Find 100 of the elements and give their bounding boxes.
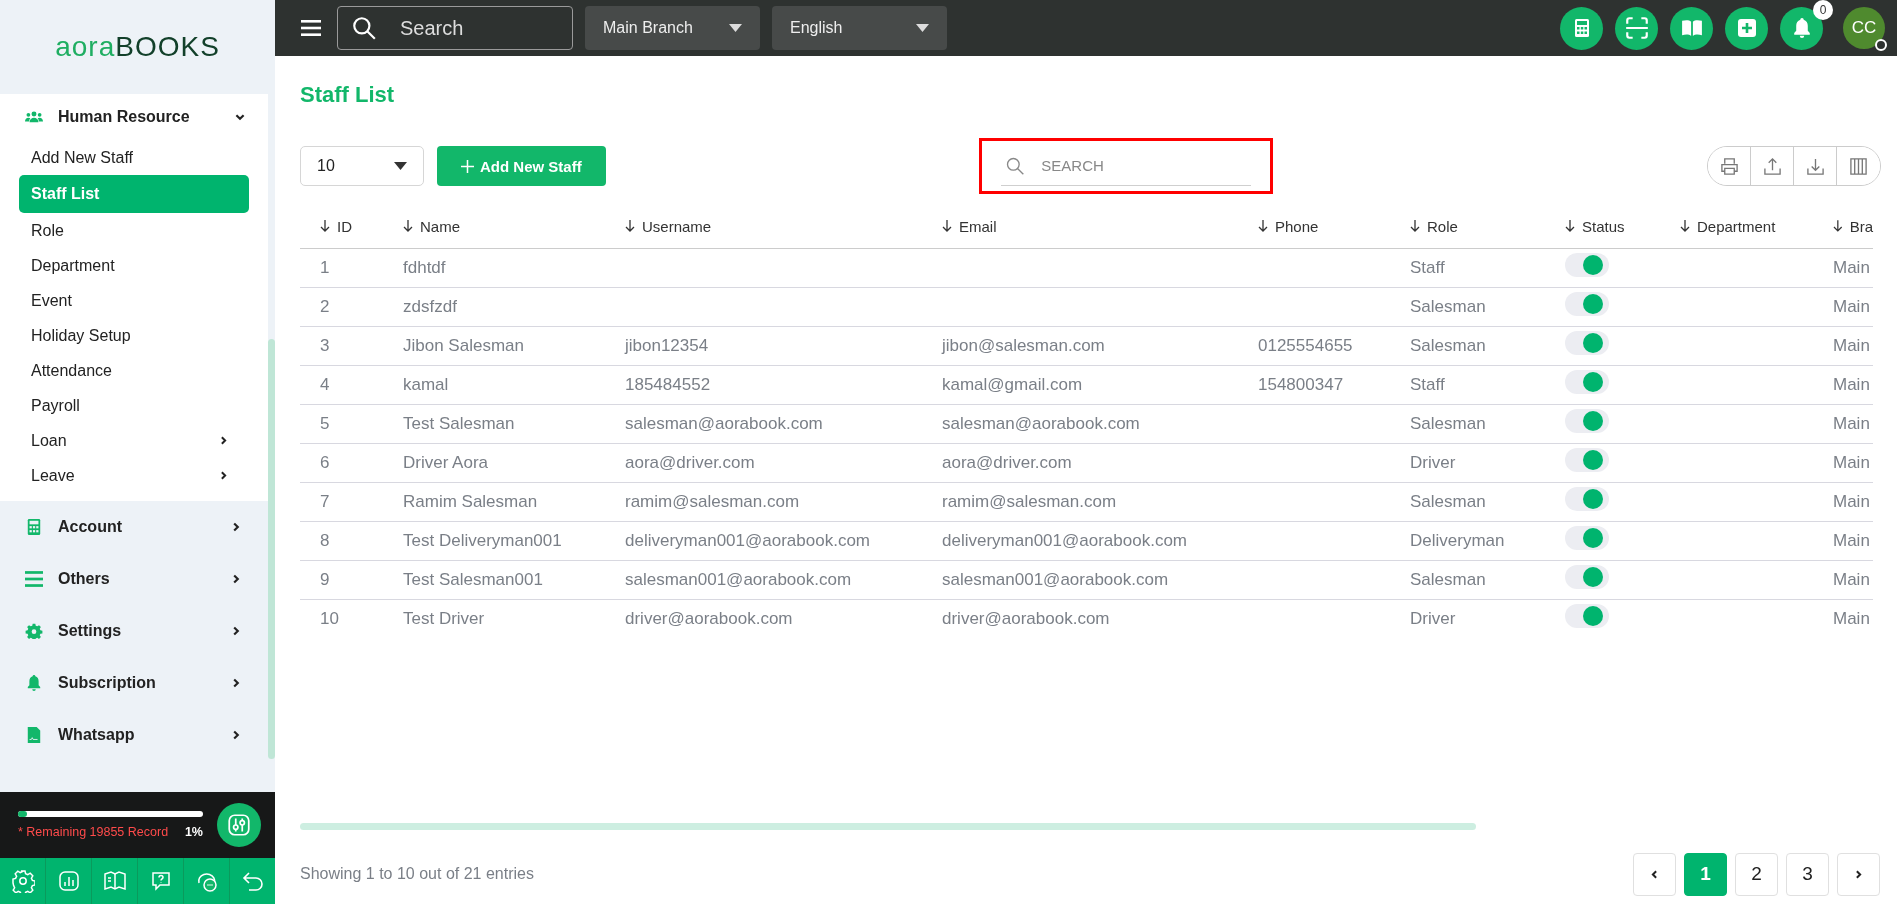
table-cell: Salesman (1410, 414, 1486, 434)
calculator-icon (1573, 19, 1590, 37)
status-toggle[interactable] (1565, 565, 1609, 589)
menu-item[interactable]: Settings (0, 605, 268, 657)
column-header[interactable]: Name (383, 217, 605, 235)
open-book-icon (102, 869, 127, 893)
menu-item[interactable]: Subscription (0, 657, 268, 709)
column-header[interactable]: Email (922, 217, 1238, 235)
caret-down-icon (729, 24, 742, 32)
submenu-item[interactable]: Event (19, 283, 249, 318)
table-cell: 3 (320, 336, 330, 356)
submenu-item[interactable]: Add New Staff (19, 140, 249, 175)
calculator-button[interactable] (1560, 6, 1603, 50)
menu-button[interactable] (301, 20, 321, 36)
scan-button[interactable] (1615, 6, 1658, 50)
submenu-item[interactable]: Attendance (19, 353, 249, 388)
menu-icon (301, 20, 321, 36)
submenu-item[interactable]: Loan (19, 423, 249, 458)
submenu-item[interactable]: Role (19, 213, 249, 248)
status-toggle[interactable] (1565, 487, 1609, 511)
status-toggle[interactable] (1565, 448, 1609, 472)
document-icon (25, 727, 43, 743)
search-field[interactable]: Search (337, 6, 573, 50)
menu-item[interactable]: Account (0, 501, 268, 553)
page-button[interactable]: 2 (1735, 852, 1778, 896)
book-button[interactable] (1670, 6, 1713, 50)
table-cell: 4 (320, 375, 330, 395)
submenu-item[interactable]: Department (19, 248, 249, 283)
table-cell: Main (1833, 531, 1870, 551)
menu-item[interactable]: Whatsapp (0, 709, 268, 761)
vertical-scrollbar[interactable] (268, 339, 275, 759)
scan-frame-icon (1623, 15, 1650, 41)
table-cell: Main (1833, 453, 1870, 473)
column-header[interactable]: Role (1390, 217, 1545, 235)
horizontal-scrollbar[interactable] (300, 823, 1476, 830)
sort-arrow-icon (1258, 220, 1268, 232)
status-toggle[interactable] (1565, 526, 1609, 550)
column-header[interactable]: Bra (1813, 217, 1873, 235)
language-dropdown[interactable]: English (772, 6, 947, 50)
status-toggle[interactable] (1565, 253, 1609, 277)
table-cell: Driver Aora (403, 453, 489, 473)
printer-icon (1719, 156, 1739, 176)
status-toggle[interactable] (1565, 409, 1609, 433)
table-cell: Test Deliveryman001 (403, 531, 562, 551)
page-title: Staff List (300, 82, 396, 108)
remaining-records-text: * Remaining 19855 Record (18, 825, 169, 839)
table-cell: 154800347 (1258, 375, 1344, 395)
menu-group-header[interactable]: Human Resource (0, 94, 268, 140)
plus-icon (461, 159, 474, 173)
column-header[interactable]: Phone (1238, 217, 1390, 235)
page-button[interactable]: 3 (1786, 852, 1829, 896)
status-toggle[interactable] (1565, 331, 1609, 355)
table-cell: salesman@aorabook.com (625, 414, 823, 434)
status-toggle[interactable] (1565, 292, 1609, 316)
search-icon (351, 15, 377, 41)
column-header[interactable]: Username (605, 217, 922, 235)
book-icon (1680, 19, 1703, 37)
table-cell: salesman001@aorabook.com (942, 570, 1169, 590)
page-size-select[interactable]: 10 (300, 146, 424, 186)
bell-icon (25, 675, 43, 691)
sliders-button[interactable] (217, 803, 261, 847)
notification-count: 0 (1813, 0, 1833, 20)
columns-icon (1849, 156, 1868, 176)
table-cell: ramim@salesman.com (625, 492, 800, 512)
status-toggle[interactable] (1565, 604, 1609, 628)
print-button[interactable] (1708, 147, 1751, 185)
menu-item[interactable]: Others (0, 553, 268, 605)
add-button[interactable] (1725, 6, 1768, 50)
branch-dropdown[interactable]: Main Branch (585, 6, 760, 50)
table-cell: jibon@salesman.com (942, 336, 1105, 356)
table-cell: Main (1833, 258, 1870, 278)
plus-icon (1737, 19, 1756, 37)
submenu-item[interactable]: Payroll (19, 388, 249, 423)
avatar[interactable]: CC (1843, 7, 1885, 49)
submenu-item[interactable]: Leave (19, 458, 249, 493)
table-cell: kamal@gmail.com (942, 375, 1083, 395)
table-cell: deliveryman001@aorabook.com (625, 531, 870, 551)
usage-percent: 1% (184, 825, 203, 839)
submenu-item[interactable]: Holiday Setup (19, 318, 249, 353)
list-icon (25, 571, 43, 587)
table-cell: Staff (1410, 375, 1445, 395)
table-cell: Main (1833, 492, 1870, 512)
table-cell: driver@aorabook.com (942, 609, 1110, 629)
column-header[interactable]: ID (300, 217, 383, 235)
table-cell: aora@driver.com (625, 453, 755, 473)
column-header[interactable]: Department (1660, 217, 1813, 235)
table-cell: Driver (1410, 609, 1456, 629)
sort-arrow-icon (1410, 220, 1420, 232)
status-toggle[interactable] (1565, 370, 1609, 394)
table-cell: 9 (320, 570, 330, 590)
download-icon (1805, 156, 1825, 176)
table-cell: 8 (320, 531, 330, 551)
back-arrow-icon (240, 869, 265, 893)
table-cell: 0125554655 (1258, 336, 1353, 356)
table-cell: 5 (320, 414, 330, 434)
search-icon (1005, 156, 1026, 176)
bar-chart-icon (56, 869, 81, 893)
column-header[interactable]: Status (1545, 217, 1660, 235)
table-cell: kamal (403, 375, 449, 395)
table-cell: Main (1833, 375, 1870, 395)
